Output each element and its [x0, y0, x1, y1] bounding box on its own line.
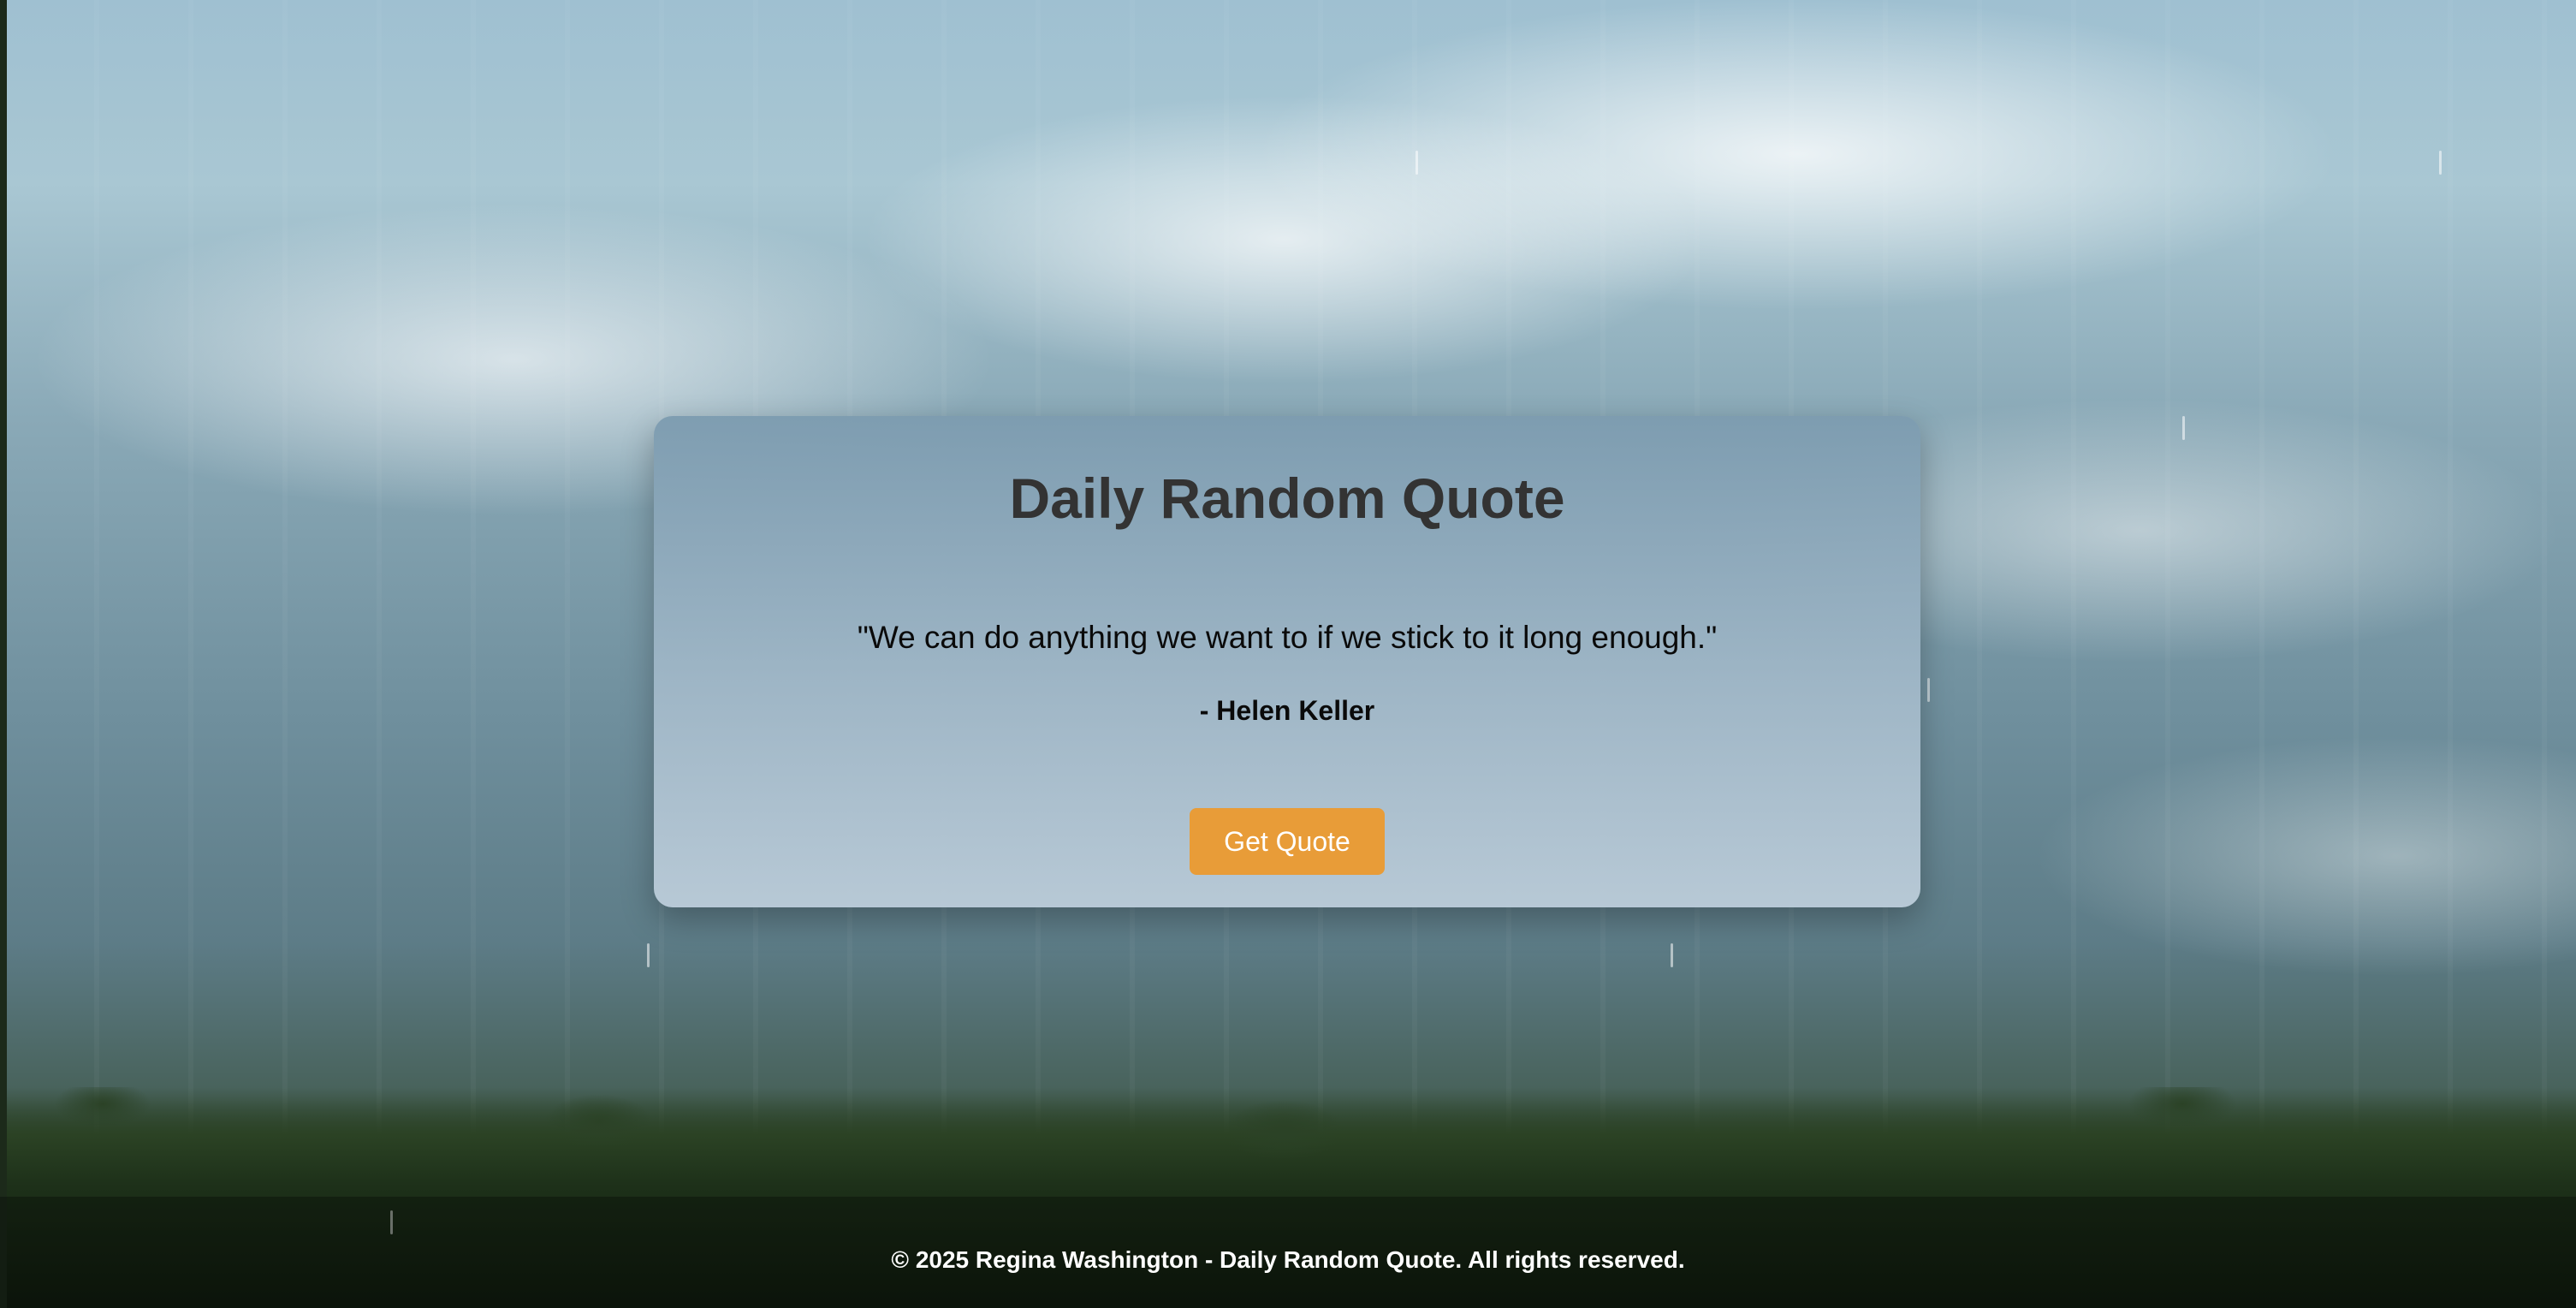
- rain-drop: [2182, 416, 2185, 440]
- footer-copyright: © 2025 Regina Washington - Daily Random …: [891, 1246, 1685, 1273]
- rain-drop: [647, 943, 650, 967]
- get-quote-button[interactable]: Get Quote: [1190, 808, 1385, 875]
- rain-drop: [2439, 151, 2442, 175]
- quote-author: - Helen Keller: [1199, 695, 1375, 726]
- window-edge: [0, 0, 7, 1308]
- rain-drop: [1671, 943, 1673, 967]
- quote-text: "We can do anything we want to if we sti…: [857, 620, 1718, 655]
- rain-drop: [1927, 678, 1930, 702]
- rain-drop: [1416, 151, 1418, 175]
- quote-card: Daily Random Quote "We can do anything w…: [654, 416, 1920, 907]
- page-root: Daily Random Quote "We can do anything w…: [0, 0, 2576, 1308]
- page-title: Daily Random Quote: [1009, 467, 1565, 530]
- footer: © 2025 Regina Washington - Daily Random …: [0, 1197, 2576, 1308]
